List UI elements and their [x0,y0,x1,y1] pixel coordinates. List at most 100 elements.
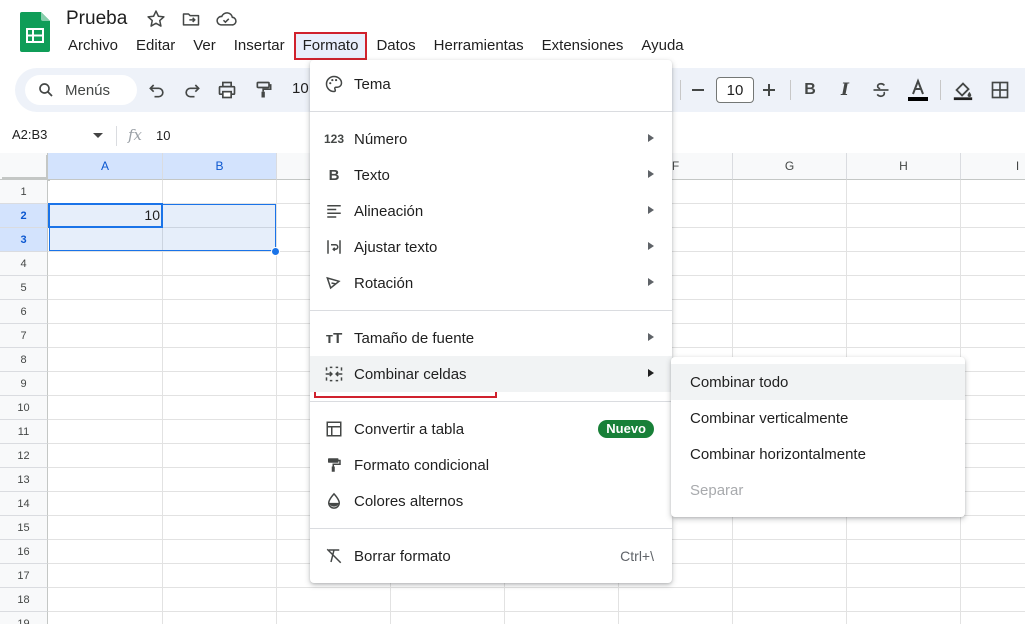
format-menu-label: Texto [354,166,390,184]
new-badge: Nuevo [598,420,654,438]
merge-option-separar: Separar [690,481,744,499]
row-header-14[interactable]: 14 [0,492,48,516]
redo-icon[interactable] [180,78,204,102]
cloud-saved-icon[interactable] [215,8,237,30]
format-menu-item-convertir-a-tabla[interactable]: Convertir a tabla Nuevo [310,411,672,447]
column-header-h[interactable]: H [847,153,961,180]
star-icon[interactable] [145,8,167,30]
row-header-7[interactable]: 7 [0,324,48,348]
submenu-arrow-icon [648,333,654,341]
format-menu-label: Ajustar texto [354,238,438,256]
format-menu-item-tema[interactable]: Tema [310,66,672,102]
merge-option-combinar-todo[interactable]: Combinar todo [671,364,965,400]
row-header-11[interactable]: 11 [0,420,48,444]
menu-datos[interactable]: Datos [367,32,424,60]
borders-icon[interactable] [988,78,1012,102]
format-menu-item-rotación[interactable]: Rotación [310,265,672,301]
row-header-18[interactable]: 18 [0,588,48,612]
column-header-i[interactable]: I [961,153,1025,180]
row-header-10[interactable]: 10 [0,396,48,420]
column-header-b[interactable]: B [163,153,277,180]
sheets-logo-icon[interactable] [20,12,50,52]
merge-option-combinar-horizontalmente[interactable]: Combinar horizontalmente [671,436,965,472]
menu-search[interactable]: Menús [25,75,137,105]
format-menu-item-combinar-celdas[interactable]: Combinar celdas [310,356,672,392]
select-all-corner[interactable] [0,153,50,181]
format-menu-item-texto[interactable]: B Texto [310,157,672,193]
fill-color-icon[interactable] [951,78,975,102]
row-header-8[interactable]: 8 [0,348,48,372]
row-header-12[interactable]: 12 [0,444,48,468]
row-header-16[interactable]: 16 [0,540,48,564]
menu-insertar[interactable]: Insertar [225,32,294,60]
menu-herramientas[interactable]: Herramientas [425,32,533,60]
format-menu-item-alineación[interactable]: Alineación [310,193,672,229]
format-menu-label: Combinar celdas [354,365,467,383]
fill-handle[interactable] [271,247,280,256]
format-menu-item-tamaño-de-fuente[interactable]: тT Tamaño de fuente [310,320,672,356]
column-header-g[interactable]: G [733,153,847,180]
decrease-font-size-icon[interactable] [686,78,710,102]
row-header-13[interactable]: 13 [0,468,48,492]
cell-a2[interactable]: 10 [50,207,160,223]
zoom-select[interactable]: 10 [292,80,309,97]
fx-icon: fx [128,126,143,144]
submenu-arrow-icon [648,170,654,178]
font-size-input[interactable]: 10 [716,77,754,103]
paint-roller-icon [324,455,344,475]
italic-icon[interactable]: I [833,78,857,102]
name-box[interactable]: A2:B3 [12,127,47,142]
paint-format-icon[interactable] [252,78,276,102]
menu-archivo[interactable]: Archivo [59,32,127,60]
palette-icon [324,74,344,94]
format-menu-item-colores-alternos[interactable]: Colores alternos [310,483,672,519]
format-menu-item-ajustar-texto[interactable]: Ajustar texto [310,229,672,265]
bold-icon[interactable]: B [798,78,822,102]
format-menu-label: Borrar formato [354,547,451,565]
shortcut-label: Ctrl+\ [620,548,654,564]
format-menu-label: Formato condicional [354,456,490,474]
menu-search-label: Menús [65,81,111,99]
alternating-colors-icon [324,491,344,511]
row-header-19[interactable]: 19 [0,612,48,624]
row-header-3[interactable]: 3 [0,228,48,252]
row-header-4[interactable]: 4 [0,252,48,276]
column-header-a[interactable]: A [48,153,163,180]
merge-option-combinar-verticalmente[interactable]: Combinar verticalmente [671,400,965,436]
formula-input[interactable]: 10 [156,128,170,143]
menu-formato[interactable]: Formato [293,32,368,60]
merge-cells-icon [324,364,344,384]
format-menu: Tema 123 Número B Texto Alineación Ajustar tex… [310,60,672,583]
font-size-icon: тT [325,329,343,347]
format-menu-label: Convertir a tabla [354,420,465,438]
format-menu-item-número[interactable]: 123 Número [310,121,672,157]
search-icon [39,83,53,97]
row-header-1[interactable]: 1 [0,180,48,204]
menu-ver[interactable]: Ver [184,32,225,60]
row-header-9[interactable]: 9 [0,372,48,396]
print-icon[interactable] [215,78,239,102]
format-menu-label: Tamaño de fuente [354,329,475,347]
row-header-2[interactable]: 2 [0,204,48,228]
move-folder-icon[interactable] [180,8,202,30]
merge-cells-submenu: Combinar todo Combinar verticalmente Combi… [671,357,965,517]
name-box-dropdown-icon[interactable] [93,133,103,138]
format-menu-item-formato-condicional[interactable]: Formato condicional [310,447,672,483]
document-title[interactable]: Prueba [66,8,127,30]
text-color-icon[interactable] [906,78,930,102]
menu-extensiones[interactable]: Extensiones [533,32,633,60]
row-header-5[interactable]: 5 [0,276,48,300]
row-header-17[interactable]: 17 [0,564,48,588]
menu-editar[interactable]: Editar [127,32,184,60]
menu-ayuda[interactable]: Ayuda [632,32,692,60]
row-header-15[interactable]: 15 [0,516,48,540]
strikethrough-icon[interactable] [869,78,893,102]
submenu-arrow-icon [648,278,654,286]
format-menu-item-borrar-formato[interactable]: Borrar formato Ctrl+\ [310,538,672,574]
undo-icon[interactable] [145,78,169,102]
increase-font-size-icon[interactable] [757,78,781,102]
row-header-6[interactable]: 6 [0,300,48,324]
submenu-arrow-icon [648,134,654,142]
table-icon [324,419,344,439]
menu-bar: Archivo Editar Ver Insertar Formato Dato… [59,32,693,60]
